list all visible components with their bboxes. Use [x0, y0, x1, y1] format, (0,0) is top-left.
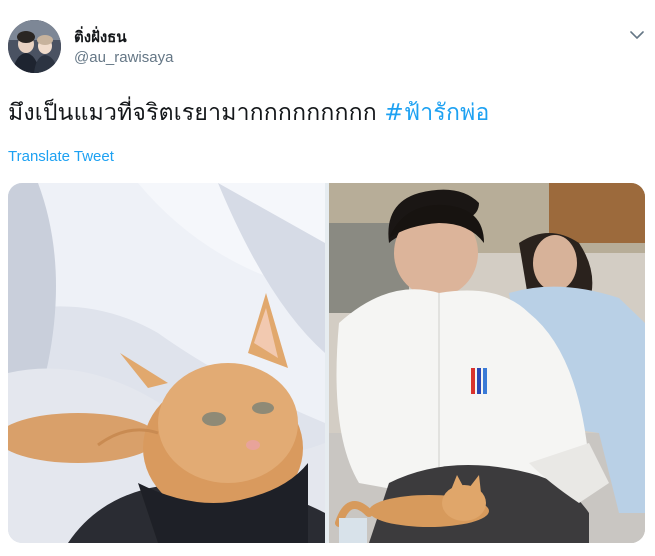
tweet-body: มึงเป็นแมวที่จริตเรยามากกกกกกกกก	[8, 100, 385, 126]
hashtag-link[interactable]: #ฟ้ารักพ่อ	[384, 100, 489, 126]
photo-man-with-kitten[interactable]	[329, 183, 645, 543]
photo-kitten-closeup[interactable]	[8, 183, 325, 543]
display-name[interactable]: ติ่งฝั่งธน	[74, 25, 127, 49]
tweet-media	[8, 183, 645, 543]
user-handle[interactable]: @au_rawisaya	[74, 49, 173, 66]
tweet-card[interactable]: ติ่งฝั่งธน @au_rawisaya มึงเป็นแมวที่จริ…	[0, 0, 655, 556]
tweet-text: มึงเป็นแมวที่จริตเรยามากกกกกกกกก #ฟ้ารัก…	[8, 95, 489, 131]
avatar[interactable]	[8, 20, 61, 73]
chevron-down-icon[interactable]	[628, 26, 646, 44]
translate-tweet-link[interactable]: Translate Tweet	[8, 148, 114, 165]
